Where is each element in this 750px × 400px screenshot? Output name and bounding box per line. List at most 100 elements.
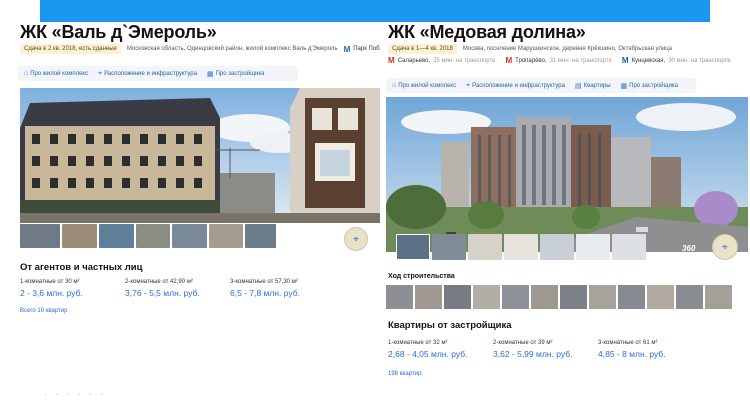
- decorative-dots: • • • • • •: [45, 392, 107, 398]
- metro-station[interactable]: М Парк Поб: [344, 45, 380, 54]
- metro-time: 31 мин. на транспорте: [549, 57, 612, 64]
- thumbnail[interactable]: [20, 224, 61, 248]
- location-pin-icon: ⌖: [98, 69, 103, 77]
- offer-price[interactable]: 2 - 3,6 млн. руб.: [20, 288, 125, 298]
- map-pin-icon[interactable]: ⌖: [712, 234, 738, 260]
- tab-location[interactable]: ⌖ Расположение и инфраструктура: [98, 70, 197, 78]
- offer-label: 1-комнатные от 32 м²: [388, 340, 448, 346]
- metro-name: Саларьево,: [397, 57, 431, 64]
- construction-photo[interactable]: [618, 285, 645, 309]
- metro-station[interactable]: М Саларьево, 25 мин. на транспорте: [388, 56, 496, 65]
- thumbnail[interactable]: [172, 224, 207, 248]
- building-icon: ▦: [620, 82, 628, 90]
- listing-card-left: ЖК «Валь д`Эмероль» Сдача в 2 кв. 2018, …: [16, 22, 380, 400]
- apartments-icon: ▤: [574, 82, 582, 90]
- thumbnail[interactable]: [135, 224, 171, 248]
- panorama-360-badge[interactable]: 360: [682, 244, 695, 253]
- tab-apartments[interactable]: ▤ Квартиры: [575, 82, 611, 90]
- all-apartments-link[interactable]: Всего 10 квартир: [20, 308, 67, 314]
- thumbnail[interactable]: [62, 224, 97, 248]
- offer-price[interactable]: 2,68 - 4,05 млн. руб.: [388, 349, 493, 359]
- metro-icon: М: [621, 56, 629, 65]
- construction-heading: Ход строительства: [388, 273, 455, 280]
- tab-location[interactable]: ⌖ Расположение и инфраструктура: [466, 82, 565, 90]
- thumbnail[interactable]: [432, 234, 466, 260]
- construction-photo[interactable]: [502, 285, 529, 309]
- tab-bar: ⌂ Про жилой комплекс ⌖ Расположение и инфр…: [386, 78, 696, 93]
- metro-name: Кунцевская,: [631, 57, 666, 64]
- offer-1room[interactable]: 1-комнатные от 30 м² 2 - 3,6 млн. руб.: [20, 279, 125, 298]
- metro-name: Парк Поб: [353, 46, 380, 52]
- location-pin-icon: ⌖: [466, 81, 471, 89]
- page-title[interactable]: ЖК «Валь д`Эмероль»: [20, 22, 217, 42]
- construction-photo[interactable]: [560, 285, 587, 309]
- offer-label: 2-комнатные от 42,90 м²: [125, 279, 193, 285]
- construction-photo[interactable]: [676, 285, 703, 309]
- address: Московская область, Одинцовский район, ж…: [126, 46, 338, 52]
- top-banner-blue: [40, 0, 710, 22]
- construction-photo[interactable]: [647, 285, 674, 309]
- tab-label: Про жилой комплекс: [30, 70, 89, 77]
- tab-about[interactable]: ⌂ Про жилой комплекс: [24, 70, 88, 77]
- offer-price[interactable]: 4,85 - 8 млн. руб.: [598, 349, 703, 359]
- offer-label: 1-комнатные от 30 м²: [20, 279, 80, 285]
- offer-price[interactable]: 3,76 - 5,5 млн. руб.: [125, 288, 230, 298]
- tab-label: Квартиры: [583, 82, 611, 89]
- status-badge: Сдача в 2 кв. 2018, есть сданные: [20, 44, 121, 54]
- main-photo[interactable]: [386, 97, 748, 252]
- thumbnail-strip: [396, 234, 646, 260]
- meta-row: Сдача в 1—4 кв. 2018 Москва, поселение М…: [388, 44, 672, 54]
- map-pin-icon[interactable]: ⌖: [344, 227, 368, 251]
- all-apartments-link[interactable]: 198 квартир: [388, 371, 421, 377]
- tab-label: Про застройщика: [215, 70, 265, 77]
- home-icon: ⌂: [392, 82, 397, 89]
- offers-list: 1-комнатные от 30 м² 2 - 3,6 млн. руб. 2-…: [20, 279, 335, 298]
- offer-1room[interactable]: 1-комнатные от 32 м² 2,68 - 4,05 млн. руб…: [388, 340, 493, 359]
- tab-label: Расположение и инфраструктура: [472, 82, 565, 89]
- thumbnail[interactable]: [504, 234, 538, 260]
- offer-label: 3-комнатные от 61 м²: [598, 340, 658, 346]
- offers-heading: Квартиры от застройщика: [388, 320, 512, 331]
- page-title[interactable]: ЖК «Медовая долина»: [388, 22, 586, 42]
- address: Москва, поселение Марушкинское, деревня …: [462, 46, 673, 52]
- construction-progress-strip: [386, 285, 732, 309]
- panorama-360-badge[interactable]: 360: [312, 232, 325, 241]
- tab-developer[interactable]: ▦ Про застройщика: [207, 70, 265, 78]
- construction-photo[interactable]: [589, 285, 616, 309]
- offer-price[interactable]: 6,5 - 7,8 млн. руб.: [230, 288, 335, 298]
- home-icon: ⌂: [24, 70, 29, 77]
- main-photo[interactable]: [20, 88, 380, 223]
- construction-photo[interactable]: [473, 285, 500, 309]
- offer-2room[interactable]: 2-комнатные от 39 м² 3,62 - 5,99 млн. руб…: [493, 340, 598, 359]
- tab-about[interactable]: ⌂ Про жилой комплекс: [392, 82, 456, 89]
- offer-3room[interactable]: 3-комнатные от 61 м² 4,85 - 8 млн. руб.: [598, 340, 703, 359]
- thumbnail[interactable]: [208, 224, 244, 248]
- metro-icon: М: [343, 44, 351, 54]
- metro-station[interactable]: М Тропарёво, 31 мин. на транспорте: [506, 56, 612, 65]
- building-icon: ▦: [206, 70, 214, 78]
- offer-3room[interactable]: 3-комнатные от 57,30 м² 6,5 - 7,8 млн. ру…: [230, 279, 335, 298]
- thumbnail[interactable]: [612, 234, 646, 260]
- thumbnail[interactable]: [468, 234, 502, 260]
- top-banner: [0, 0, 750, 22]
- thumbnail[interactable]: [396, 234, 430, 260]
- offer-2room[interactable]: 2-комнатные от 42,90 м² 3,76 - 5,5 млн. р…: [125, 279, 230, 298]
- metro-time: 25 мин. на транспорте: [433, 57, 496, 64]
- construction-photo[interactable]: [531, 285, 558, 309]
- thumbnail[interactable]: [576, 234, 610, 260]
- meta-row: Сдача в 2 кв. 2018, есть сданные Московс…: [20, 44, 380, 54]
- construction-photo[interactable]: [444, 285, 471, 309]
- status-badge: Сдача в 1—4 кв. 2018: [388, 44, 457, 54]
- offer-price[interactable]: 3,62 - 5,99 млн. руб.: [493, 349, 598, 359]
- metro-station[interactable]: М Кунцевская, 30 мин. на транспорте: [622, 56, 731, 65]
- construction-photo[interactable]: [415, 285, 442, 309]
- thumbnail[interactable]: [540, 234, 574, 260]
- tab-bar: ⌂ Про жилой комплекс ⌖ Расположение и инфр…: [18, 66, 298, 81]
- offers-heading: От агентов и частных лиц: [20, 262, 143, 273]
- tab-label: Расположение и инфраструктура: [104, 70, 197, 77]
- construction-photo[interactable]: [705, 285, 732, 309]
- thumbnail[interactable]: [98, 224, 134, 248]
- thumbnail[interactable]: [245, 224, 276, 248]
- tab-developer[interactable]: ▦ Про застройщика: [621, 82, 679, 90]
- construction-photo[interactable]: [386, 285, 413, 309]
